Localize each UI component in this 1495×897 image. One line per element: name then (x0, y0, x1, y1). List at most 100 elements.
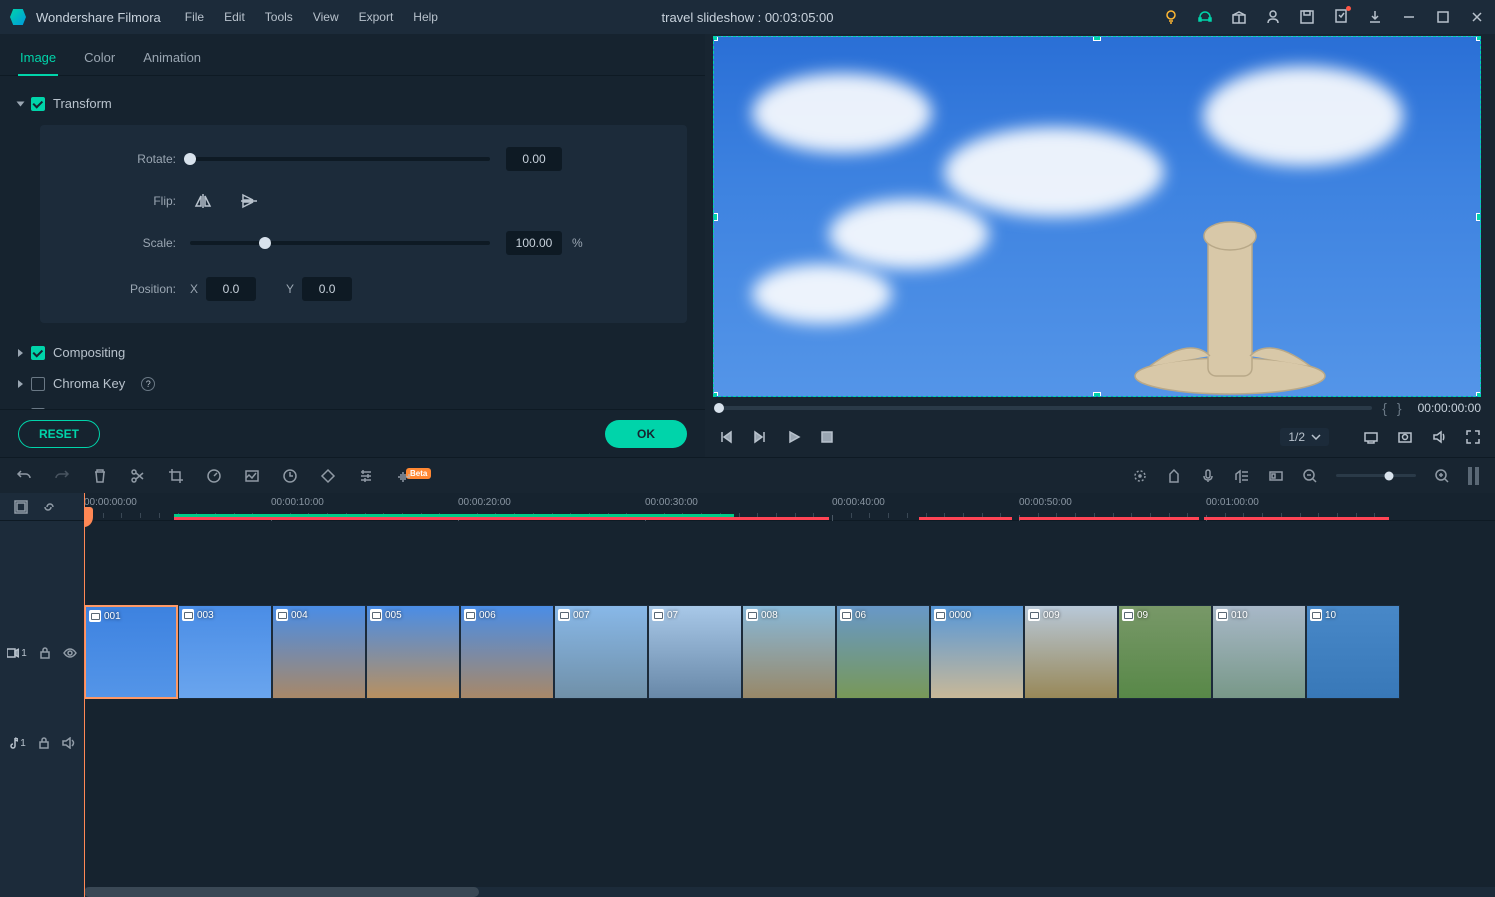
menu-help[interactable]: Help (413, 10, 438, 24)
play-forward-icon[interactable] (753, 430, 767, 444)
clip[interactable]: 004 (272, 605, 366, 699)
idea-icon[interactable] (1163, 9, 1179, 25)
audio-sync-icon[interactable] (396, 468, 412, 484)
scale-input[interactable] (506, 231, 562, 255)
preview-zoom-select[interactable]: 1/2 (1280, 428, 1329, 446)
clip[interactable]: 06 (836, 605, 930, 699)
quality-icon[interactable] (1363, 429, 1379, 445)
preview-panel: { } 00:00:00:00 1/2 (705, 34, 1495, 457)
download-icon[interactable] (1367, 9, 1383, 25)
main-menu: File Edit Tools View Export Help (185, 10, 438, 24)
scale-unit: % (572, 236, 583, 250)
clip[interactable]: 007 (554, 605, 648, 699)
playhead[interactable] (84, 493, 85, 897)
gift-icon[interactable] (1231, 9, 1247, 25)
zoom-in-icon[interactable] (1434, 468, 1450, 484)
timeline-scrollbar[interactable] (84, 887, 1495, 897)
flip-vertical-icon[interactable] (240, 193, 258, 209)
ok-button[interactable]: OK (605, 420, 687, 448)
mark-out-icon[interactable]: } (1397, 400, 1402, 416)
clip[interactable]: 006 (460, 605, 554, 699)
menu-file[interactable]: File (185, 10, 204, 24)
stop-icon[interactable] (821, 431, 833, 443)
section-chroma-header[interactable]: Chroma Key ? (18, 368, 687, 399)
section-lens-header[interactable]: Lens Correction (18, 399, 687, 409)
mark-in-icon[interactable]: { (1382, 400, 1387, 416)
link-icon[interactable] (42, 500, 56, 514)
clip[interactable]: 005 (366, 605, 460, 699)
timeline-ruler[interactable]: 00:00:00:0000:00:10:0000:00:20:0000:00:3… (84, 493, 1495, 521)
speed-icon[interactable] (206, 468, 222, 484)
mute-icon[interactable] (62, 737, 76, 749)
save-icon[interactable] (1299, 9, 1315, 25)
clip[interactable]: 010 (1212, 605, 1306, 699)
tab-animation[interactable]: Animation (141, 44, 203, 75)
scale-slider[interactable] (190, 241, 490, 245)
duration-icon[interactable] (282, 468, 298, 484)
pos-y-input[interactable] (302, 277, 352, 301)
transform-checkbox[interactable] (31, 97, 45, 111)
tab-color[interactable]: Color (82, 44, 117, 75)
crop-icon[interactable] (168, 468, 184, 484)
redo-icon[interactable] (54, 468, 70, 484)
preview-scrubber[interactable] (719, 406, 1372, 410)
rotate-slider[interactable] (190, 157, 490, 161)
mixer-icon[interactable] (1234, 468, 1250, 484)
clip[interactable]: 003 (178, 605, 272, 699)
compositing-checkbox[interactable] (31, 346, 45, 360)
rotate-input[interactable] (506, 147, 562, 171)
ruler-tick: 00:00:50:00 (1019, 497, 1072, 508)
zoom-out-icon[interactable] (1302, 468, 1318, 484)
task-icon[interactable] (1333, 8, 1349, 24)
voiceover-icon[interactable] (1200, 468, 1216, 484)
maximize-icon[interactable] (1435, 9, 1451, 25)
prev-frame-icon[interactable] (719, 430, 733, 444)
color-icon[interactable] (244, 468, 260, 484)
preview-canvas[interactable] (705, 34, 1495, 399)
snapshot-icon[interactable] (1397, 429, 1413, 445)
timeline-tracks[interactable]: 00:00:00:0000:00:10:0000:00:20:0000:00:3… (84, 493, 1495, 897)
fullscreen-icon[interactable] (1465, 429, 1481, 445)
clip[interactable]: 0000 (930, 605, 1024, 699)
menu-edit[interactable]: Edit (224, 10, 245, 24)
clip[interactable]: 10 (1306, 605, 1400, 699)
volume-icon[interactable] (1431, 429, 1447, 445)
render-icon[interactable] (1132, 468, 1148, 484)
manage-tracks-icon[interactable] (14, 500, 28, 514)
tab-image[interactable]: Image (18, 44, 58, 75)
play-icon[interactable] (787, 430, 801, 444)
section-transform-header[interactable]: Transform (18, 88, 687, 119)
close-icon[interactable] (1469, 9, 1485, 25)
delete-icon[interactable] (92, 468, 108, 484)
eye-icon[interactable] (63, 648, 77, 658)
timeline-zoom-slider[interactable] (1336, 474, 1416, 477)
minimize-icon[interactable] (1401, 9, 1417, 25)
lock-icon[interactable] (38, 737, 50, 749)
menu-tools[interactable]: Tools (265, 10, 293, 24)
clip[interactable]: 07 (648, 605, 742, 699)
reset-button[interactable]: RESET (18, 420, 100, 448)
info-icon[interactable]: ? (141, 377, 155, 391)
project-title: travel slideshow : 00:03:05:00 (662, 10, 834, 25)
account-icon[interactable] (1265, 9, 1281, 25)
flip-horizontal-icon[interactable] (194, 193, 212, 209)
adjust-icon[interactable] (358, 468, 374, 484)
thumbs-icon[interactable] (1268, 468, 1284, 484)
support-icon[interactable] (1197, 9, 1213, 25)
split-icon[interactable] (130, 468, 146, 484)
pos-x-input[interactable] (206, 277, 256, 301)
marker-icon[interactable] (1166, 468, 1182, 484)
clip[interactable]: 09 (1118, 605, 1212, 699)
timeline-view-icon[interactable] (1468, 467, 1479, 485)
clip[interactable]: 001 (84, 605, 178, 699)
ruler-tick: 00:00:00:00 (84, 497, 137, 508)
clip[interactable]: 008 (742, 605, 836, 699)
clip[interactable]: 009 (1024, 605, 1118, 699)
section-compositing-header[interactable]: Compositing (18, 337, 687, 368)
chroma-checkbox[interactable] (31, 377, 45, 391)
undo-icon[interactable] (16, 468, 32, 484)
menu-view[interactable]: View (313, 10, 339, 24)
lock-icon[interactable] (39, 647, 51, 659)
menu-export[interactable]: Export (359, 10, 394, 24)
keyframe-icon[interactable] (320, 468, 336, 484)
